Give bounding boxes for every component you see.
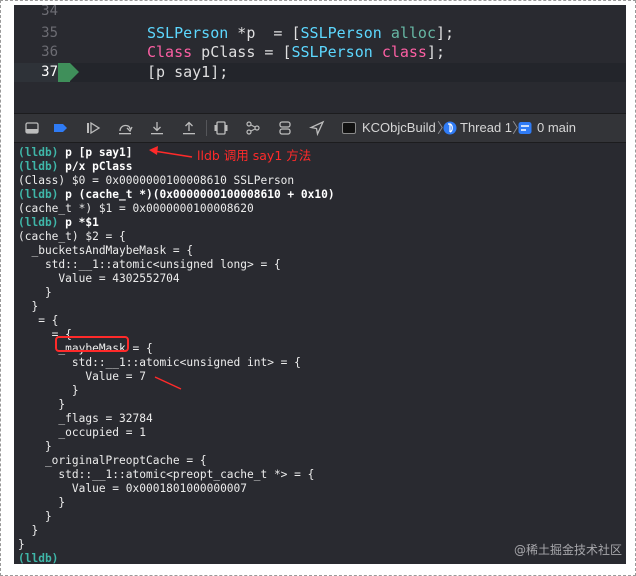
arrow-to-command	[149, 146, 193, 158]
watermark: @稀土掘金技术社区	[513, 543, 622, 557]
annotation-arrows	[149, 146, 193, 390]
arrow-to-value	[154, 376, 182, 390]
